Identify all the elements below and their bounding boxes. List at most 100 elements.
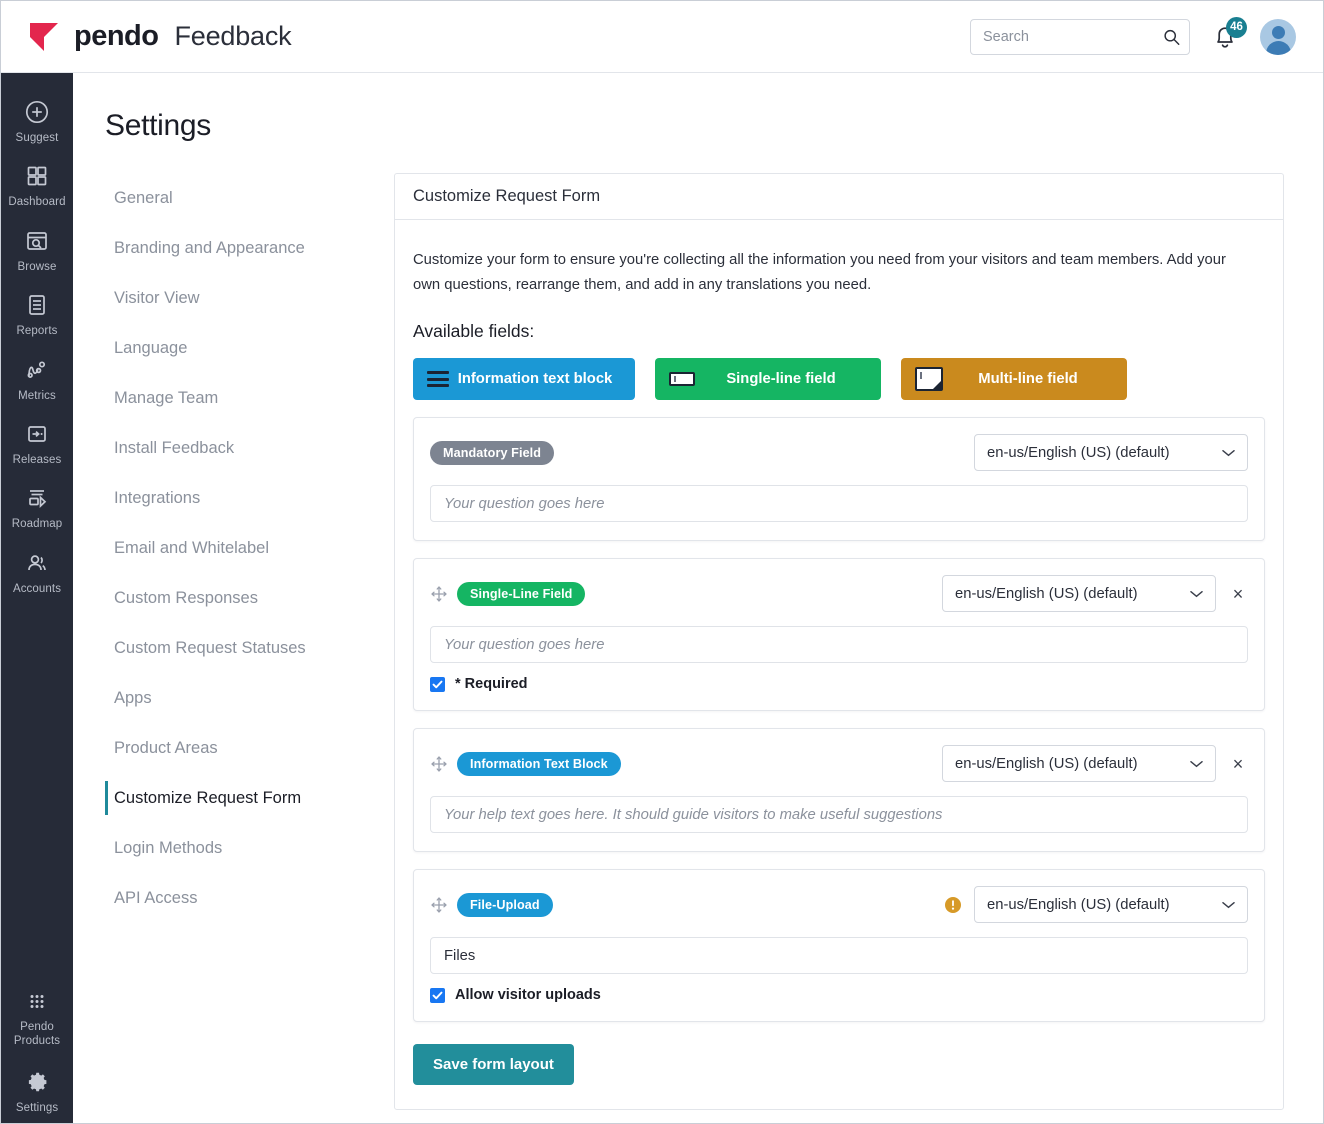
settings-nav-item-api-access[interactable]: API Access <box>105 873 393 923</box>
field-type-badge: Single-Line Field <box>457 581 586 606</box>
remove-field-button[interactable]: × <box>1228 755 1248 773</box>
pendo-products-grid-icon <box>30 994 44 1008</box>
add-information-text-block-button[interactable]: Information text block <box>413 358 635 401</box>
sidebar-item-roadmap[interactable]: Roadmap <box>1 475 73 539</box>
settings-nav-item-visitor-view[interactable]: Visitor View <box>105 273 393 323</box>
sidebar-item-browse[interactable]: Browse <box>1 218 73 282</box>
settings-nav: General Branding and Appearance Visitor … <box>73 173 393 1110</box>
warning-icon[interactable] <box>944 896 962 914</box>
form-field-header: File-Upload en-us/English (US) (default) <box>430 886 1248 924</box>
chevron-down-icon <box>1222 449 1235 456</box>
settings-nav-item-product-areas[interactable]: Product Areas <box>105 723 393 773</box>
dashboard-grid-icon <box>27 167 47 186</box>
settings-nav-item-email-and-whitelabel[interactable]: Email and Whitelabel <box>105 523 393 573</box>
question-input[interactable]: Your question goes here <box>430 485 1248 523</box>
page-title: Settings <box>105 109 211 142</box>
form-field-card: Mandatory Field en-us/English (US) (defa… <box>413 417 1265 542</box>
reports-document-icon <box>29 295 45 315</box>
search-icon[interactable] <box>1163 28 1180 45</box>
releases-arrow-icon <box>28 426 46 442</box>
page-content: Settings General Branding and Appearance… <box>73 73 1323 1123</box>
sidebar-item-suggest[interactable]: Suggest <box>1 89 73 153</box>
save-form-layout-button[interactable]: Save form layout <box>413 1044 574 1086</box>
language-select[interactable]: en-us/English (US) (default) <box>942 575 1216 613</box>
top-bar-right: 46 <box>970 16 1296 55</box>
pendo-logo-icon <box>30 22 58 51</box>
card-title: Customize Request Form <box>395 174 1283 220</box>
left-rail: Suggest Dashboard Browse Reports Metrics… <box>1 73 73 1123</box>
plus-circle-icon <box>25 100 49 124</box>
search-input[interactable] <box>971 19 1189 54</box>
language-select[interactable]: en-us/English (US) (default) <box>974 434 1248 472</box>
language-select[interactable]: en-us/English (US) (default) <box>942 745 1216 783</box>
field-type-badge: Mandatory Field <box>430 440 555 465</box>
file-label-input[interactable]: Files <box>430 937 1248 975</box>
question-input-placeholder: Your question goes here <box>444 495 605 512</box>
language-select-value: en-us/English (US) (default) <box>987 896 1170 913</box>
allow-visitor-uploads-label: Allow visitor uploads <box>455 987 601 1004</box>
sidebar-item-label: Accounts <box>12 582 62 595</box>
help-text-input[interactable]: Your help text goes here. It should guid… <box>430 796 1248 834</box>
sidebar-item-metrics[interactable]: Metrics <box>1 347 73 411</box>
top-bar: pendo Feedback 46 <box>1 1 1323 73</box>
sidebar-item-pendo-products[interactable]: Pendo Products <box>1 978 73 1059</box>
settings-nav-item-custom-responses[interactable]: Custom Responses <box>105 573 393 623</box>
notifications-button[interactable]: 46 <box>1212 16 1247 52</box>
form-field-header: Single-Line Field en-us/English (US) (de… <box>430 575 1248 613</box>
sidebar-item-label: Browse <box>17 260 57 273</box>
drag-handle-icon[interactable] <box>430 585 448 603</box>
available-fields-label: Available fields: <box>413 321 535 342</box>
roadmap-icon <box>29 490 47 509</box>
sidebar-item-releases[interactable]: Releases <box>1 411 73 475</box>
chevron-down-icon <box>1190 760 1203 767</box>
drag-handle-icon[interactable] <box>430 896 448 914</box>
brand-app-name: Feedback <box>174 21 292 51</box>
type-button-label: Single-line field <box>726 371 836 388</box>
required-checkbox-row: * Required <box>430 676 1248 692</box>
card-body: Customize your form to ensure you're col… <box>395 220 1283 1109</box>
sidebar-item-dashboard[interactable]: Dashboard <box>1 153 73 217</box>
settings-nav-item-customize-request-form[interactable]: Customize Request Form <box>105 773 393 823</box>
checkmark-icon <box>432 991 443 999</box>
chevron-down-icon <box>1222 901 1235 908</box>
language-select[interactable]: en-us/English (US) (default) <box>974 886 1248 924</box>
allow-visitor-uploads-checkbox[interactable] <box>430 987 445 1003</box>
required-checkbox[interactable] <box>430 676 445 692</box>
avatar[interactable] <box>1260 18 1296 55</box>
notification-badge: 46 <box>1226 16 1247 38</box>
search-box[interactable] <box>970 18 1190 55</box>
avatar-body <box>1265 40 1291 55</box>
help-text-input-placeholder: Your help text goes here. It should guid… <box>444 806 943 823</box>
settings-nav-item-integrations[interactable]: Integrations <box>105 473 393 523</box>
settings-nav-item-login-methods[interactable]: Login Methods <box>105 823 393 873</box>
settings-nav-item-manage-team[interactable]: Manage Team <box>105 373 393 423</box>
file-label-input-value: Files <box>444 947 476 964</box>
form-field-controls: en-us/English (US) (default) <box>944 886 1248 924</box>
sidebar-item-settings[interactable]: Settings <box>1 1059 73 1123</box>
settings-nav-item-branding-and-appearance[interactable]: Branding and Appearance <box>105 223 393 273</box>
drag-handle-icon[interactable] <box>430 755 448 773</box>
avatar-head <box>1271 25 1285 39</box>
form-field-header: Mandatory Field en-us/English (US) (defa… <box>430 434 1248 472</box>
field-type-badge: Information Text Block <box>457 751 621 776</box>
remove-field-button[interactable]: × <box>1228 585 1248 603</box>
settings-nav-item-install-feedback[interactable]: Install Feedback <box>105 423 393 473</box>
settings-nav-item-custom-request-statuses[interactable]: Custom Request Statuses <box>105 623 393 673</box>
sidebar-item-label: Dashboard <box>8 196 66 209</box>
form-field-controls: en-us/English (US) (default) × <box>942 745 1248 783</box>
settings-nav-item-language[interactable]: Language <box>105 323 393 373</box>
sidebar-item-label: Releases <box>12 453 62 466</box>
add-single-line-field-button[interactable]: Single-line field <box>655 358 881 401</box>
customize-request-form-card: Customize Request Form Customize your fo… <box>394 173 1284 1111</box>
sidebar-item-accounts[interactable]: Accounts <box>1 540 73 604</box>
sidebar-item-reports[interactable]: Reports <box>1 282 73 346</box>
brand-name: pendo <box>74 20 159 52</box>
settings-nav-item-general[interactable]: General <box>105 173 393 223</box>
brand-logo[interactable]: pendo Feedback <box>28 20 292 54</box>
settings-nav-item-apps[interactable]: Apps <box>105 673 393 723</box>
accounts-people-icon <box>28 554 46 570</box>
sidebar-item-label: Roadmap <box>11 518 63 531</box>
question-input[interactable]: Your question goes here <box>430 626 1248 664</box>
gear-icon <box>28 1072 47 1091</box>
add-multi-line-field-button[interactable]: Multi-line field <box>901 358 1127 401</box>
